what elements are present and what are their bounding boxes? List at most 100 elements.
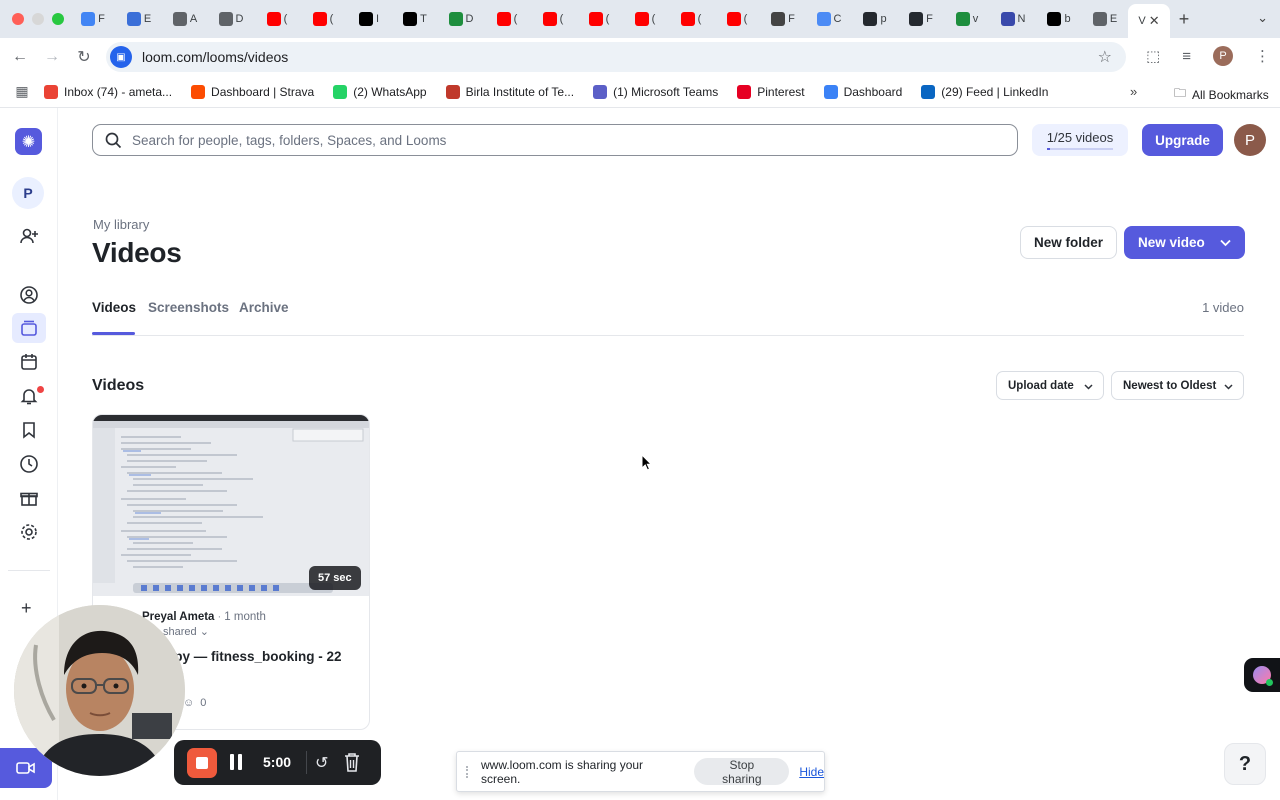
- video-title[interactable]: s.py — fitness_booking - 22: [163, 649, 342, 664]
- browser-tab[interactable]: F: [70, 4, 116, 34]
- bookmark-icon[interactable]: [17, 418, 41, 442]
- forward-icon[interactable]: →: [36, 48, 68, 66]
- browser-tab[interactable]: (: [668, 4, 714, 34]
- close-tab-icon[interactable]: ✕: [1149, 13, 1160, 29]
- browser-tab[interactable]: (: [714, 4, 760, 34]
- browser-tab[interactable]: D: [438, 4, 484, 34]
- sharing-status-label: shared: [163, 626, 197, 638]
- trash-icon[interactable]: [344, 752, 360, 777]
- gift-icon[interactable]: [17, 486, 41, 510]
- apps-grid-icon[interactable]: ▦: [0, 83, 44, 100]
- site-info-icon[interactable]: ▣: [110, 46, 132, 68]
- tab-label: T: [420, 13, 427, 25]
- bookmark-item[interactable]: (1) Microsoft Teams: [593, 84, 718, 99]
- browser-tab[interactable]: E: [116, 4, 162, 34]
- browser-tab[interactable]: v: [944, 4, 990, 34]
- tab-archive[interactable]: Archive: [239, 300, 289, 315]
- loom-logo-icon[interactable]: ✺: [15, 128, 42, 155]
- help-button[interactable]: ?: [1224, 743, 1266, 785]
- browser-tab-active[interactable]: V ✕: [1128, 4, 1170, 38]
- close-window-button[interactable]: [12, 13, 24, 25]
- bookmark-item[interactable]: Inbox (74) - ameta...: [44, 84, 172, 99]
- drag-handle-icon[interactable]: [466, 765, 470, 778]
- stop-recording-button[interactable]: [187, 748, 217, 778]
- hide-link[interactable]: Hide: [799, 765, 824, 779]
- tab-label: (: [559, 13, 564, 25]
- browser-tab[interactable]: N: [990, 4, 1036, 34]
- search-bar[interactable]: [92, 124, 1018, 156]
- profile-icon[interactable]: [17, 283, 41, 307]
- sharing-status[interactable]: shared ⌄: [163, 625, 209, 638]
- assistant-chat-icon[interactable]: [1244, 658, 1280, 692]
- new-video-button[interactable]: New video: [1124, 226, 1245, 259]
- add-icon[interactable]: +: [21, 598, 32, 619]
- upload-date-filter[interactable]: Upload date: [996, 371, 1104, 400]
- media-control-icon[interactable]: ≡: [1182, 48, 1191, 65]
- reload-icon[interactable]: ↻: [68, 47, 100, 67]
- library-icon[interactable]: [12, 313, 46, 343]
- mouse-cursor-icon: [641, 453, 653, 476]
- webcam-bubble[interactable]: [14, 605, 185, 776]
- browser-profile-avatar[interactable]: P: [1213, 46, 1233, 66]
- more-bookmarks-icon[interactable]: »: [1130, 84, 1137, 99]
- calendar-icon[interactable]: [17, 350, 41, 374]
- settings-gear-icon[interactable]: [17, 520, 41, 544]
- bookmark-favicon-icon: [737, 84, 752, 99]
- breadcrumb[interactable]: My library: [93, 217, 149, 232]
- upgrade-button[interactable]: Upgrade: [1142, 124, 1223, 156]
- stop-sharing-button[interactable]: Stop sharing: [694, 758, 790, 786]
- extensions-icon[interactable]: ⬚: [1146, 47, 1160, 65]
- pause-icon[interactable]: [230, 754, 242, 770]
- search-input[interactable]: [132, 132, 992, 148]
- address-bar[interactable]: ▣ loom.com/looms/videos ☆: [106, 42, 1126, 72]
- browser-tab[interactable]: I: [346, 4, 392, 34]
- browser-tab[interactable]: b: [1036, 4, 1082, 34]
- browser-tab[interactable]: D: [208, 4, 254, 34]
- user-avatar[interactable]: P: [1234, 124, 1266, 156]
- browser-tab[interactable]: p: [852, 4, 898, 34]
- bookmark-item[interactable]: Birla Institute of Te...: [445, 84, 574, 99]
- bookmark-item[interactable]: Dashboard | Strava: [191, 84, 315, 99]
- maximize-window-button[interactable]: [52, 13, 64, 25]
- bookmark-item[interactable]: (29) Feed | LinkedIn: [921, 84, 1049, 99]
- browser-tab[interactable]: T: [392, 4, 438, 34]
- video-thumbnail[interactable]: 57 sec: [93, 415, 369, 596]
- browser-tab[interactable]: A: [162, 4, 208, 34]
- bookmark-item[interactable]: Dashboard: [823, 84, 902, 99]
- browser-tab[interactable]: (: [576, 4, 622, 34]
- bookmark-item[interactable]: Pinterest: [737, 84, 805, 99]
- video-quota-badge[interactable]: 1/25 videos: [1032, 124, 1128, 156]
- browser-tab[interactable]: F: [898, 4, 944, 34]
- bookmark-label: (29) Feed | LinkedIn: [941, 84, 1049, 99]
- back-icon[interactable]: ←: [4, 48, 36, 66]
- browser-tab[interactable]: F: [760, 4, 806, 34]
- reaction-count[interactable]: ☺ 0: [183, 697, 206, 709]
- all-bookmarks-folder[interactable]: 🗀 All Bookmarks: [1174, 84, 1269, 105]
- browser-tab[interactable]: (: [622, 4, 668, 34]
- tab-videos[interactable]: Videos: [92, 300, 136, 315]
- new-tab-button[interactable]: +: [1170, 9, 1198, 30]
- history-clock-icon[interactable]: [17, 452, 41, 476]
- bookmark-favicon-icon: [921, 84, 936, 99]
- new-folder-button[interactable]: New folder: [1020, 226, 1117, 259]
- sort-order-dropdown[interactable]: Newest to Oldest: [1111, 371, 1244, 400]
- restart-icon[interactable]: ↺: [315, 753, 328, 773]
- browser-tab[interactable]: E: [1082, 4, 1128, 34]
- browser-tab[interactable]: (: [300, 4, 346, 34]
- bookmark-item[interactable]: (2) WhatsApp: [333, 84, 427, 99]
- minimize-window-button[interactable]: [32, 13, 44, 25]
- bookmark-label: Dashboard | Strava: [211, 84, 315, 99]
- bookmark-favicon-icon: [333, 84, 348, 99]
- browser-menu-icon[interactable]: ⋮: [1255, 47, 1270, 65]
- workspace-avatar[interactable]: P: [12, 177, 44, 209]
- browser-tab[interactable]: C: [806, 4, 852, 34]
- tab-label: F: [98, 13, 105, 25]
- tab-screenshots[interactable]: Screenshots: [148, 300, 229, 315]
- invite-people-icon[interactable]: [17, 224, 41, 248]
- browser-tab[interactable]: (: [484, 4, 530, 34]
- bookmark-star-icon[interactable]: ☆: [1098, 47, 1112, 67]
- url-text[interactable]: loom.com/looms/videos: [142, 49, 288, 65]
- tab-search-icon[interactable]: ⌄: [1257, 10, 1268, 26]
- browser-tab[interactable]: (: [254, 4, 300, 34]
- browser-tab[interactable]: (: [530, 4, 576, 34]
